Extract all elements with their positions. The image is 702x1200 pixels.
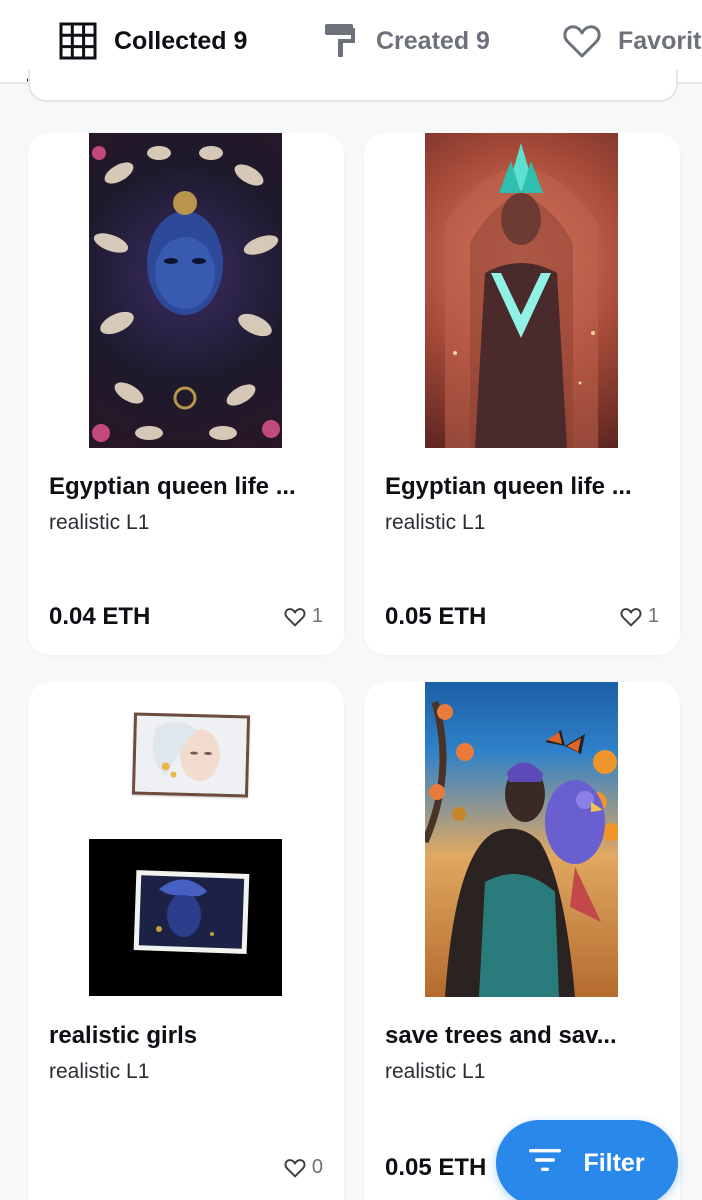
nft-card[interactable]: Egyptian queen life ... realistic L1 0.0… xyxy=(28,133,344,655)
nft-creator[interactable]: realistic L1 xyxy=(385,1060,485,1084)
nft-title[interactable]: Egyptian queen life ... xyxy=(49,473,329,501)
heart-icon xyxy=(562,21,602,61)
nft-price: 0.05 ETH xyxy=(385,1154,487,1181)
tab-collected-label: Collected 9 xyxy=(114,26,248,55)
nft-artwork-secondary xyxy=(89,839,282,996)
paint-roller-icon xyxy=(320,21,360,61)
like-button[interactable]: 1 xyxy=(284,605,323,628)
heart-icon xyxy=(284,607,306,626)
nft-artwork[interactable] xyxy=(425,682,618,997)
filter-icon xyxy=(529,1148,562,1179)
grid-icon xyxy=(58,21,98,61)
nft-title[interactable]: realistic girls xyxy=(49,1022,329,1050)
like-button[interactable]: 0 xyxy=(284,1156,323,1179)
nft-title[interactable]: Egyptian queen life ... xyxy=(385,473,665,501)
filter-label: Filter xyxy=(583,1148,645,1177)
heart-icon xyxy=(284,1158,306,1177)
nft-creator[interactable]: realistic L1 xyxy=(49,1060,149,1084)
tab-created-label: Created 9 xyxy=(376,26,490,55)
nft-artwork[interactable] xyxy=(89,133,282,448)
nft-price: 0.04 ETH xyxy=(49,603,151,630)
like-count: 1 xyxy=(647,605,659,627)
nft-card[interactable]: Egyptian queen life ... realistic L1 0.0… xyxy=(364,133,680,655)
nft-title[interactable]: save trees and sav... xyxy=(385,1022,665,1050)
nft-price: 0.05 ETH xyxy=(385,603,487,630)
filter-button[interactable]: Filter xyxy=(496,1120,678,1200)
nft-artwork[interactable] xyxy=(131,712,251,798)
like-count: 0 xyxy=(311,1156,323,1178)
nft-card[interactable]: realistic girls realistic L1 0 xyxy=(28,682,344,1200)
nft-artwork[interactable] xyxy=(425,133,618,448)
nft-creator[interactable]: realistic L1 xyxy=(49,511,149,535)
heart-icon xyxy=(620,607,642,626)
like-button[interactable]: 1 xyxy=(620,605,659,628)
search-bar[interactable] xyxy=(28,70,678,102)
tab-favorites-label: Favorites xyxy=(618,26,702,55)
nft-creator[interactable]: realistic L1 xyxy=(385,511,485,535)
like-count: 1 xyxy=(311,605,323,627)
